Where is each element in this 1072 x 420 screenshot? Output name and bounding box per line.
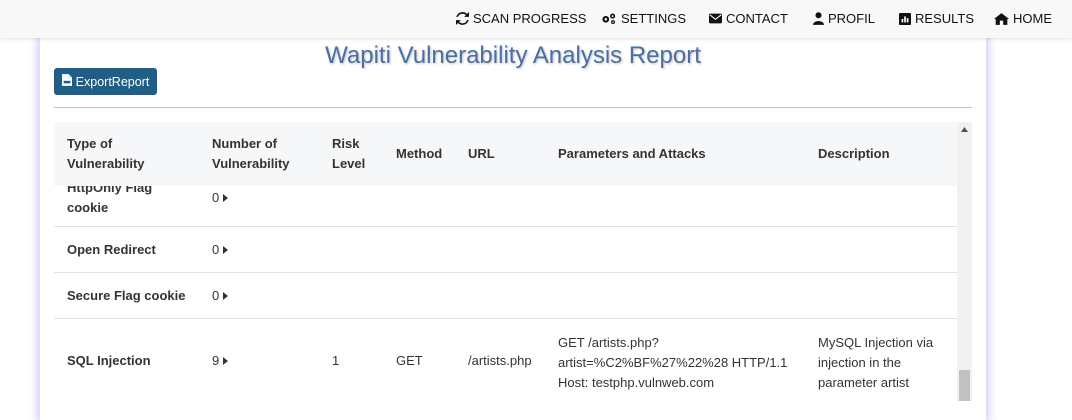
header-description: Description <box>818 146 890 161</box>
vuln-count-toggle[interactable]: 0 <box>212 240 229 260</box>
table-row: Open Redirect 0 <box>54 227 957 273</box>
nav-label: CONTACT <box>726 11 788 26</box>
risk-level: 1 <box>332 353 340 368</box>
vuln-count-toggle[interactable]: 9 <box>212 351 229 371</box>
vuln-count-toggle[interactable]: 0 <box>212 188 229 208</box>
export-button-label: ExportReport <box>75 74 150 89</box>
export-report-button[interactable]: ExportReport <box>54 68 157 95</box>
refresh-icon <box>456 12 469 25</box>
header-line: Risk <box>332 136 360 151</box>
parameters-attacks: GET /artists.php? artist=%C2%BF%27%22%28… <box>558 333 787 393</box>
user-icon <box>813 12 824 25</box>
envelope-icon <box>709 13 722 24</box>
header-line: Type of <box>67 136 113 151</box>
vuln-count: 0 <box>212 190 220 205</box>
vulnerability-table: HttpOnly Flag cookie 0 Open Redirect 0 S… <box>54 122 957 401</box>
description-line: parameter artist <box>818 375 910 390</box>
vuln-type-line: cookie <box>67 200 109 215</box>
table-header: Type of Vulnerability Number of Vulnerab… <box>54 122 957 186</box>
vuln-count: 0 <box>212 288 220 303</box>
http-method: GET <box>396 353 423 368</box>
vuln-type: SQL Injection <box>67 353 151 368</box>
nav-label: HOME <box>1013 11 1052 26</box>
description-line: injection in the <box>818 355 902 370</box>
header-params: Parameters and Attacks <box>558 146 706 161</box>
vuln-type: Secure Flag cookie <box>67 288 186 303</box>
nav-results[interactable]: RESULTS <box>899 11 974 26</box>
vuln-description: MySQL Injection via injection in the par… <box>818 333 933 393</box>
vuln-count: 0 <box>212 242 220 257</box>
caret-right-icon <box>223 351 229 371</box>
header-line: Vulnerability <box>67 156 145 171</box>
header-line: Number of <box>212 136 277 151</box>
scroll-up-arrow-icon[interactable] <box>957 122 972 137</box>
nav-label: SCAN PROGRESS <box>473 11 587 26</box>
bar-chart-icon <box>899 12 911 25</box>
table-scrollbar[interactable] <box>957 122 972 401</box>
nav-scan-progress[interactable]: SCAN PROGRESS <box>456 11 586 26</box>
header-type: Type of Vulnerability <box>67 134 145 174</box>
home-icon <box>994 12 1009 25</box>
top-navbar: SCAN PROGRESS SETTINGS CONTACT PROFIL RE… <box>0 0 1072 38</box>
divider <box>54 107 972 108</box>
params-line: GET /artists.php? <box>558 335 659 350</box>
vuln-url: /artists.php <box>468 353 532 368</box>
caret-right-icon <box>223 240 229 260</box>
nav-settings[interactable]: SETTINGS <box>601 11 686 26</box>
scrollbar-thumb[interactable] <box>959 370 970 401</box>
vuln-count: 9 <box>212 353 220 368</box>
table-row: SQL Injection 9 1 GET /artists.php GET /… <box>54 319 957 401</box>
report-title: Wapiti Vulnerability Analysis Report <box>325 42 701 69</box>
header-line: Vulnerability <box>212 156 290 171</box>
nav-label: PROFIL <box>828 11 875 26</box>
header-count: Number of Vulnerability <box>212 134 290 174</box>
vuln-type: Open Redirect <box>67 242 156 257</box>
nav-profil[interactable]: PROFIL <box>813 11 875 26</box>
gears-icon <box>601 12 617 25</box>
params-line: Host: testphp.vulnweb.com <box>558 375 715 390</box>
caret-right-icon <box>223 286 229 306</box>
header-risk: Risk Level <box>332 134 365 174</box>
description-line: MySQL Injection via <box>818 335 934 350</box>
header-url: URL <box>468 146 495 161</box>
nav-label: RESULTS <box>915 11 974 26</box>
nav-home[interactable]: HOME <box>994 11 1052 26</box>
nav-contact[interactable]: CONTACT <box>709 11 788 26</box>
caret-right-icon <box>223 188 229 208</box>
nav-label: SETTINGS <box>621 11 687 26</box>
params-line: artist=%C2%BF%27%22%28 HTTP/1.1 <box>558 355 788 370</box>
pdf-file-icon <box>61 74 72 89</box>
header-method: Method <box>396 146 443 161</box>
table-row: Secure Flag cookie 0 <box>54 273 957 319</box>
vuln-count-toggle[interactable]: 0 <box>212 286 229 306</box>
header-line: Level <box>332 156 366 171</box>
